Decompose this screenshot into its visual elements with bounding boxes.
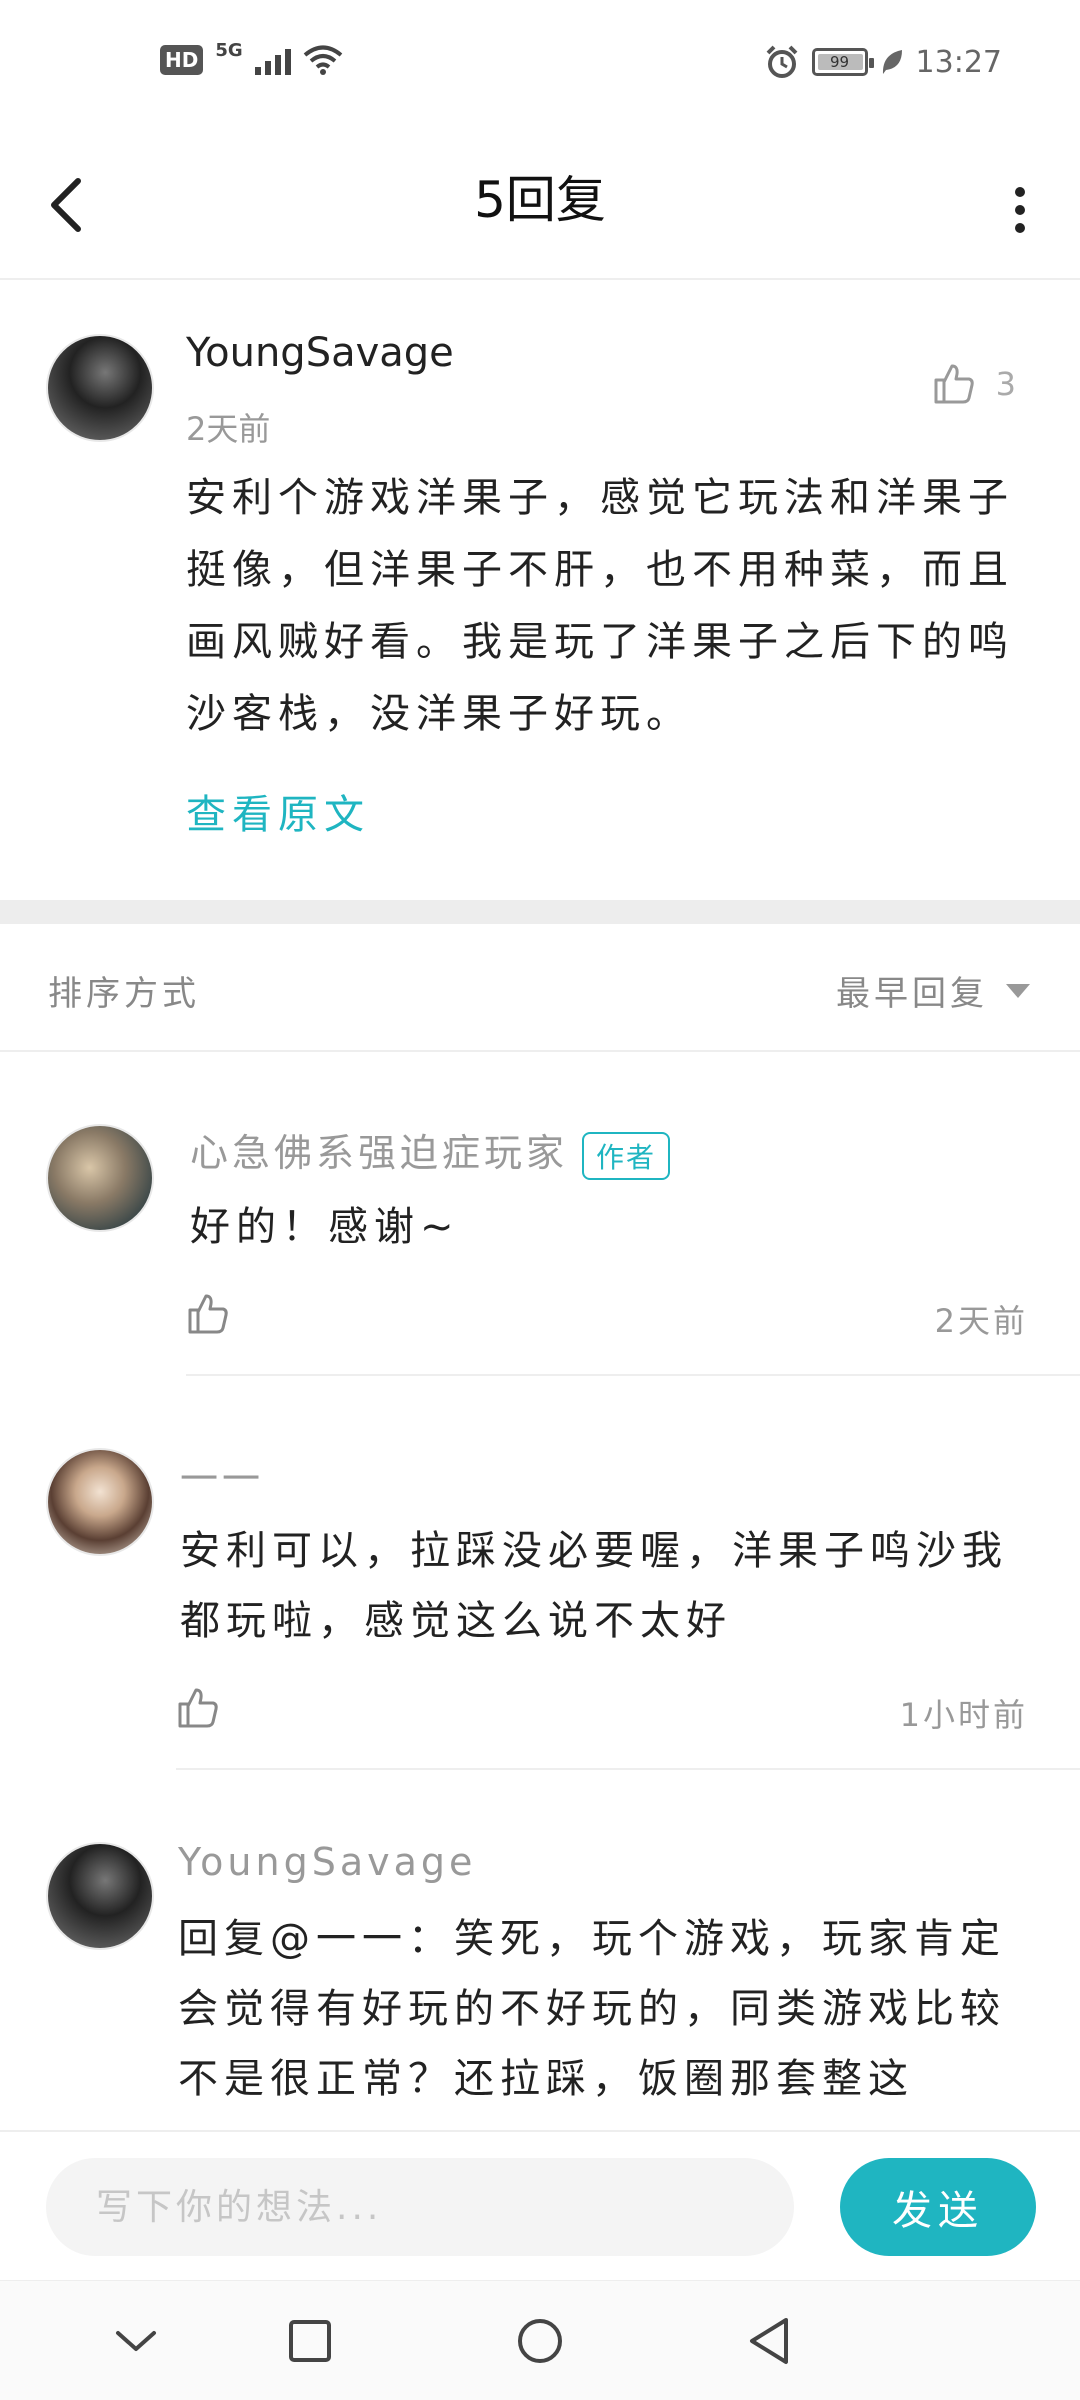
signal-icon — [254, 45, 291, 75]
network-type: 5G — [215, 39, 243, 61]
reply-like-button[interactable] — [186, 1292, 236, 1342]
battery-level: 99 — [829, 53, 850, 71]
main-post: YoungSavage 2天前 3 安利个游戏洋果子，感觉它玩法和洋果子挺像，但… — [0, 282, 1080, 900]
reply-author[interactable]: YoungSavage — [178, 1840, 476, 1884]
battery-icon: 99 — [811, 48, 874, 76]
hd-badge: HD — [160, 45, 204, 75]
comment-input[interactable] — [46, 2158, 794, 2256]
triangle-down-icon — [1006, 983, 1030, 998]
reply-text: 好的！感谢~ — [190, 1204, 460, 1250]
post-like-button[interactable]: 3 — [932, 362, 1016, 406]
status-left: HD 5G — [160, 40, 343, 76]
sort-label: 排序方式 — [48, 974, 200, 1014]
author-badge: 作者 — [582, 1131, 671, 1180]
clock: 13:27 — [915, 44, 1002, 80]
status-bar: HD 5G 99 13:27 — [0, 0, 1080, 135]
nav-collapse-button[interactable] — [96, 2301, 176, 2381]
avatar[interactable] — [46, 334, 154, 442]
comment-bar: 发送 — [0, 2130, 1080, 2280]
wifi-icon — [303, 45, 342, 75]
sort-dropdown[interactable]: 最早回复 — [836, 966, 1030, 1015]
more-options-button[interactable] — [990, 170, 1050, 250]
reply-text: 安利可以，拉踩没必要喔，洋果子鸣沙我都玩啦，感觉这么说不太好 — [180, 1528, 1008, 1644]
reply-author[interactable]: 一一 — [180, 1448, 264, 1503]
reply-like-button[interactable] — [176, 1686, 226, 1736]
thumbs-up-icon — [934, 364, 974, 404]
post-time: 2天前 — [186, 410, 271, 448]
post-text: 安利个游戏洋果子，感觉它玩法和洋果子挺像，但洋果子不肝，也不用种菜，而且画风贼好… — [186, 475, 1014, 737]
alarm-icon — [766, 45, 797, 78]
circle-icon — [518, 2319, 562, 2363]
more-vertical-icon — [1015, 187, 1025, 197]
reply-item: 一一 安利可以，拉踩没必要喔，洋果子鸣沙我都玩啦，感觉这么说不太好 1小时前 — [0, 1376, 1080, 1770]
avatar[interactable] — [46, 1124, 154, 1232]
reply-time: 1小时前 — [899, 1696, 1028, 1734]
reply-item: 心急佛系强迫症玩家 作者 好的！感谢~ 2天前 — [0, 1052, 1080, 1376]
reply-text: 回复@一一：笑死，玩个游戏，玩家肯定会觉得有好玩的不好玩的，同类游戏比较不是很正… — [178, 1916, 1006, 2102]
nav-back-button[interactable] — [728, 2301, 808, 2381]
sort-row: 排序方式 最早回复 — [0, 924, 1080, 1052]
avatar[interactable] — [46, 1842, 154, 1950]
chevron-down-icon — [116, 2331, 156, 2351]
nav-home-button[interactable] — [500, 2301, 580, 2381]
thumbs-up-icon — [178, 1688, 218, 1728]
square-icon — [289, 2320, 331, 2362]
view-original-link[interactable]: 查看原文 — [186, 782, 370, 840]
reply-item: YoungSavage 回复@一一：笑死，玩个游戏，玩家肯定会觉得有好玩的不好玩… — [0, 1770, 1080, 2130]
send-button[interactable]: 发送 — [840, 2158, 1036, 2256]
sort-selected: 最早回复 — [836, 974, 988, 1014]
header: 5回复 — [0, 135, 1080, 280]
post-author[interactable]: YoungSavage — [186, 330, 454, 376]
reply-author-name: 心急佛系强迫症玩家 — [190, 1131, 569, 1175]
reply-time: 2天前 — [934, 1302, 1028, 1340]
avatar[interactable] — [46, 1448, 154, 1556]
nav-recents-button[interactable] — [270, 2301, 350, 2381]
system-nav-bar — [0, 2280, 1080, 2400]
triangle-back-icon — [750, 2318, 788, 2364]
thumbs-up-icon — [188, 1294, 228, 1334]
like-count: 3 — [995, 365, 1016, 403]
leaf-icon — [882, 50, 902, 74]
section-divider — [0, 900, 1080, 924]
page-title: 5回复 — [474, 171, 606, 229]
reply-author[interactable]: 心急佛系强迫症玩家 作者 — [190, 1122, 671, 1180]
status-right: 99 13:27 — [764, 44, 1002, 80]
